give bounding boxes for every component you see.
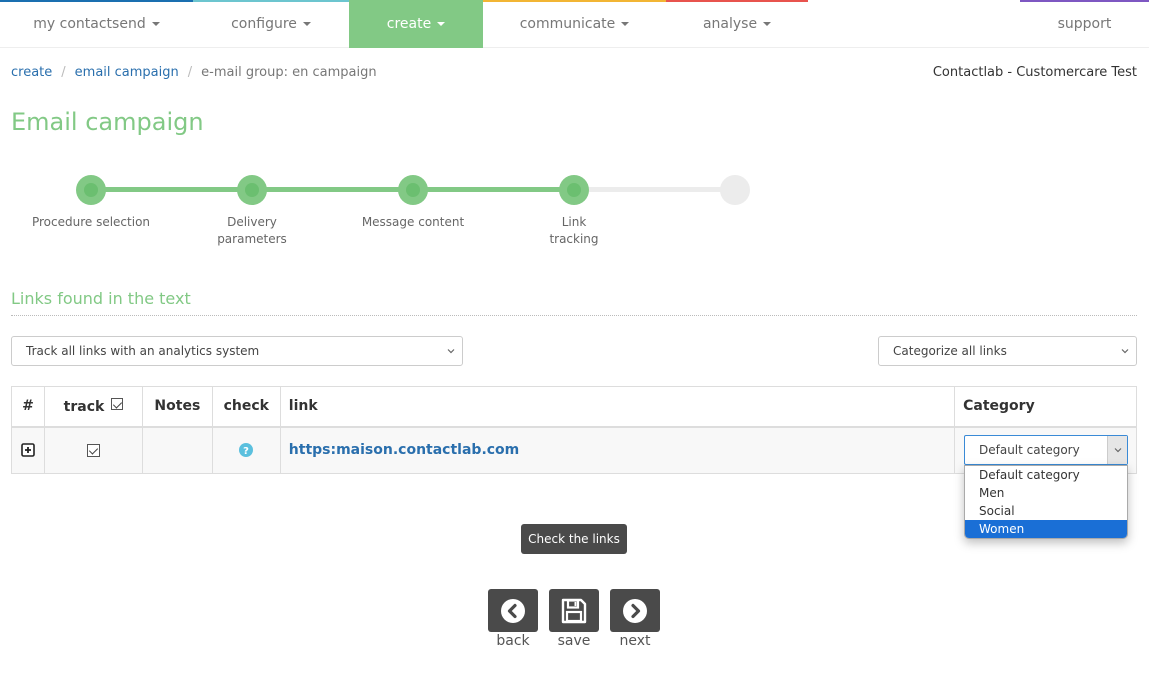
header-check: check <box>211 386 281 428</box>
categorize-select[interactable]: Categorize all links <box>878 336 1137 366</box>
save-button-box <box>549 589 599 632</box>
track-all-checkbox[interactable] <box>111 397 124 410</box>
nav-label: my contactsend <box>33 16 146 32</box>
caret-down-icon <box>302 22 311 26</box>
breadcrumb-current: e-mail group: en campaign <box>201 65 377 80</box>
nav-color-bar <box>193 0 349 2</box>
nav-analyse[interactable]: analyse <box>666 0 808 48</box>
nav-communicate[interactable]: communicate <box>483 0 666 48</box>
caret-down-icon <box>151 22 160 26</box>
nav-color-bar <box>483 0 666 2</box>
nav-label: communicate <box>519 16 616 32</box>
link-url[interactable]: https:maison.contactlab.com <box>289 442 519 458</box>
nav-color-bar <box>1020 0 1149 2</box>
caret-down-icon <box>763 22 772 26</box>
category-option-social[interactable]: Social <box>965 502 1127 520</box>
chevron-circle-left-icon <box>501 598 525 623</box>
page-title: Email campaign <box>11 108 204 136</box>
step-label-line: tracking <box>549 232 599 246</box>
nav-color-bar <box>666 0 808 2</box>
nav-configure[interactable]: configure <box>193 0 349 48</box>
stepper-line-done <box>91 187 574 192</box>
category-dropdown-list: Default category Men Social Women <box>964 465 1128 539</box>
step-label-delivery-parameters: Delivery parameters <box>182 214 322 248</box>
select-arrow-button <box>1107 436 1127 464</box>
step-dot-message-content <box>398 175 428 205</box>
section-title: Links found in the text <box>11 289 191 308</box>
check-links-button[interactable]: Check the links <box>521 524 627 554</box>
breadcrumb: create / email campaign / e-mail group: … <box>11 65 377 80</box>
back-button-box <box>488 589 538 632</box>
expand-plus-icon[interactable] <box>21 443 35 458</box>
nav-label: support <box>1057 16 1112 32</box>
progress-stepper: Procedure selection Delivery parameters … <box>0 170 800 260</box>
breadcrumb-separator: / <box>187 65 193 80</box>
breadcrumb-email-campaign[interactable]: email campaign <box>75 65 179 80</box>
header-notes: Notes <box>141 386 213 428</box>
step-label-line: Delivery <box>227 215 277 229</box>
table-header-row: # track Notes check link Category <box>11 386 1137 428</box>
section-divider <box>11 315 1137 316</box>
save-label: save <box>557 633 591 649</box>
header-link: link <box>279 386 956 428</box>
category-select[interactable]: Default category <box>964 435 1128 465</box>
chevron-circle-right-icon <box>623 598 647 623</box>
chevron-down-icon <box>447 349 455 354</box>
step-dot-delivery-parameters <box>237 175 267 205</box>
svg-text:?: ? <box>243 446 249 457</box>
check-cell: ? <box>211 426 281 474</box>
header-category: Category <box>954 386 1137 428</box>
expand-cell <box>11 426 45 474</box>
stepper-line-todo <box>574 187 735 192</box>
question-circle-icon[interactable]: ? <box>239 443 254 458</box>
step-label-line: Message content <box>361 215 465 229</box>
step-label-line: parameters <box>217 232 287 246</box>
step-label-procedure-selection: Procedure selection <box>21 214 161 231</box>
nav-color-bar <box>0 0 193 2</box>
nav-label: analyse <box>702 16 758 32</box>
step-label-line: Link <box>561 215 587 229</box>
step-dot-procedure-selection <box>76 175 106 205</box>
top-nav: my contactsend configure create communic… <box>0 0 1149 48</box>
next-button[interactable]: next <box>610 589 660 649</box>
step-label-link-tracking: Link tracking <box>504 214 644 248</box>
select-value: Default category <box>979 443 1080 457</box>
track-cell <box>43 426 143 474</box>
chevron-down-icon <box>1114 448 1122 453</box>
back-button[interactable]: back <box>488 589 538 649</box>
nav-support[interactable]: support <box>1020 0 1149 48</box>
header-track-label: track <box>63 398 105 415</box>
header-track: track <box>43 386 143 428</box>
step-label-line: Procedure selection <box>31 215 151 229</box>
breadcrumb-separator: / <box>61 65 66 80</box>
nav-label: create <box>386 16 432 32</box>
floppy-disk-icon <box>561 598 587 623</box>
step-dot-next <box>720 175 750 205</box>
category-option-default[interactable]: Default category <box>965 466 1127 484</box>
breadcrumb-create[interactable]: create <box>11 65 52 80</box>
link-cell: https:maison.contactlab.com <box>279 426 956 474</box>
nav-label: configure <box>231 16 297 32</box>
notes-cell <box>141 426 213 474</box>
caret-down-icon <box>621 22 630 26</box>
nav-my-contactsend[interactable]: my contactsend <box>0 0 193 48</box>
nav-create[interactable]: create <box>349 0 483 48</box>
tracking-mode-select[interactable]: Track all links with an analytics system <box>11 336 463 366</box>
category-option-men[interactable]: Men <box>965 484 1127 502</box>
next-button-box <box>610 589 660 632</box>
chevron-down-icon <box>1121 349 1129 354</box>
caret-down-icon <box>437 22 446 26</box>
save-button[interactable]: save <box>549 589 599 649</box>
track-checkbox[interactable] <box>86 443 100 457</box>
select-value: Track all links with an analytics system <box>26 344 260 358</box>
select-value: Categorize all links <box>893 344 1007 358</box>
back-label: back <box>496 633 530 649</box>
category-option-women[interactable]: Women <box>965 520 1127 538</box>
header-num: # <box>11 386 45 428</box>
account-name: Contactlab - Customercare Test <box>932 65 1137 80</box>
step-dot-link-tracking <box>559 175 589 205</box>
next-label: next <box>619 633 651 649</box>
step-label-message-content: Message content <box>343 214 483 231</box>
